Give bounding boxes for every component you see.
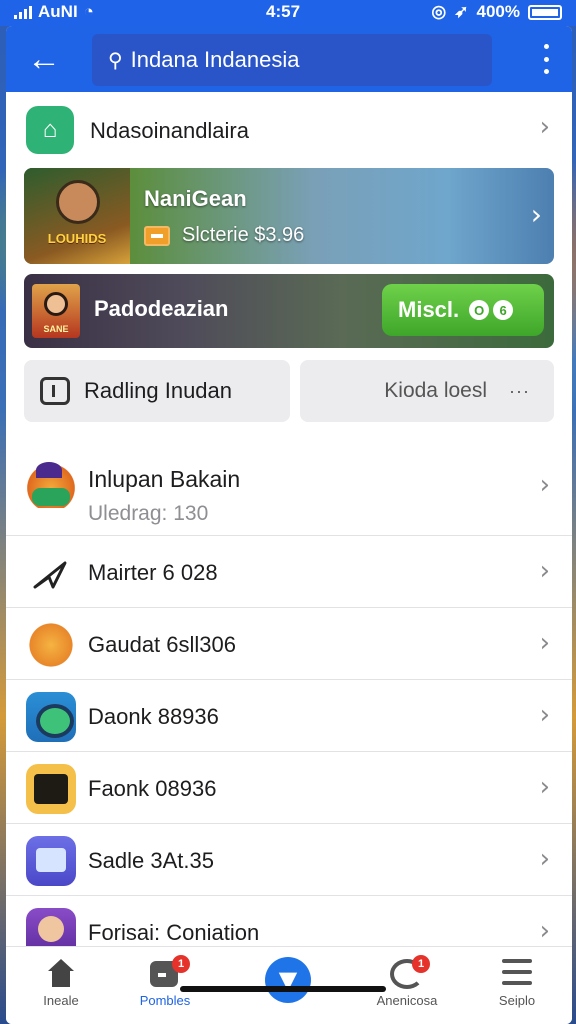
chip-label: Kioda loesl — [384, 379, 488, 402]
reading-chip[interactable]: Radling Inudan — [24, 360, 290, 422]
list-item[interactable]: Daonk 88936 › — [6, 680, 572, 752]
alarm-icon: ◎ — [431, 2, 447, 21]
item-subtitle: Uledrag: 130 — [88, 502, 209, 525]
item-title: Daonk 88936 — [88, 704, 219, 729]
menu-icon — [502, 959, 536, 989]
tab-label: Pombles — [139, 993, 191, 1008]
home-indicator[interactable] — [180, 986, 386, 992]
send-icon — [26, 548, 76, 598]
game-artwork: SANE — [32, 284, 80, 338]
search-query: Indana Indanesia — [130, 47, 300, 72]
battery-icon — [528, 4, 562, 20]
carrier-signal: AuNI ◔ — [14, 2, 94, 22]
tab-label: Seiplo — [498, 993, 536, 1008]
chevron-right-icon: › — [539, 844, 550, 874]
chevron-right-icon: › — [539, 628, 550, 658]
app-list: Inlupan Bakain Uledrag: 130 › Mairter 6 … — [6, 438, 572, 968]
list-item[interactable]: Faonk 08936 › — [6, 752, 572, 824]
tab-label: Ineale — [43, 993, 79, 1008]
list-item[interactable]: Inlupan Bakain Uledrag: 130 › — [6, 438, 572, 536]
tab-home[interactable]: Ineale — [6, 947, 116, 1024]
chevron-right-icon: › — [539, 916, 550, 946]
item-title: Gaudat 6sll306 — [88, 632, 236, 657]
promo-banner[interactable]: SANE Padodeazian Miscl. O6 — [24, 274, 554, 348]
sun-creature-icon — [26, 620, 76, 670]
carrier-label: AuNI — [38, 2, 78, 21]
item-title: Inlupan Bakain — [88, 466, 241, 492]
download-icon[interactable]: ▼ — [265, 957, 311, 1003]
signal-icon — [14, 5, 32, 19]
character-icon — [56, 180, 100, 224]
banner-price: Slcterie $3.96 — [144, 224, 304, 247]
main-panel: ← ⚲ Indana Indanesia ⌂ Ndasoinandlaira ›… — [6, 26, 572, 1024]
home-icon — [44, 959, 78, 989]
clock: 4:57 — [266, 2, 301, 21]
chevron-right-icon: › — [539, 556, 550, 586]
info-box-icon — [40, 377, 70, 405]
tab-label: Anenicosa — [376, 993, 438, 1008]
install-button[interactable]: Miscl. O6 — [382, 284, 544, 336]
item-title: Forisai: Coniation — [88, 920, 260, 945]
search-icon: ⚲ — [108, 49, 123, 72]
notification-badge: 1 — [412, 955, 430, 973]
notification-badge: 1 — [172, 955, 190, 973]
promo-title: Padodeazian — [94, 296, 229, 321]
list-item[interactable]: Sadle 3At.35 › — [6, 824, 572, 896]
back-arrow-icon[interactable]: ← — [24, 40, 64, 80]
tab-menu[interactable]: Seiplo — [462, 947, 572, 1024]
shop-icon: ⌂ — [26, 106, 74, 154]
chevron-right-icon: › — [530, 198, 542, 231]
battery-label: 400% — [476, 2, 520, 21]
item-title: Sadle 3At.35 — [88, 848, 214, 873]
item-title: Faonk 08936 — [88, 776, 217, 801]
category-label: Ndasoinandlaira — [90, 118, 249, 143]
search-input[interactable]: ⚲ Indana Indanesia — [92, 34, 492, 86]
app-bar: ← ⚲ Indana Indanesia — [6, 26, 572, 92]
more-options-icon[interactable] — [540, 44, 552, 74]
location-icon: ➶ — [454, 2, 469, 21]
controller-icon: O6 — [469, 300, 514, 320]
item-title: Mairter 6 028 — [88, 560, 218, 585]
chevron-right-icon: › — [539, 112, 550, 142]
status-right: ◎ ➶ 400% — [431, 2, 562, 22]
chevron-right-icon: › — [539, 470, 550, 500]
category-row[interactable]: ⌂ Ndasoinandlaira › — [6, 100, 572, 162]
price-tag-icon — [144, 225, 170, 246]
list-item[interactable]: Gaudat 6sll306 › — [6, 608, 572, 680]
banner-title: NaniGean — [144, 186, 247, 211]
chest-icon — [26, 764, 76, 814]
featured-banner[interactable]: LOUHIDS NaniGean Slcterie $3.96 › — [24, 168, 554, 264]
bottom-nav: Ineale 1 Pombles ▼ 1 Anenicosa Seiplo — [6, 946, 572, 1024]
list-item[interactable]: Mairter 6 028 › — [6, 536, 572, 608]
gem-icon — [26, 692, 76, 742]
more-icon: ··· — [509, 380, 530, 401]
chevron-right-icon: › — [539, 772, 550, 802]
character-icon — [26, 458, 76, 508]
chevron-right-icon: › — [539, 700, 550, 730]
filter-chip[interactable]: Kioda loesl ··· — [300, 360, 554, 422]
status-bar: AuNI ◔ 4:57 ◎ ➶ 400% — [0, 0, 576, 26]
wifi-icon: ◔ — [83, 2, 94, 21]
chip-label: Radling Inudan — [84, 378, 233, 403]
screen-icon — [26, 836, 76, 886]
